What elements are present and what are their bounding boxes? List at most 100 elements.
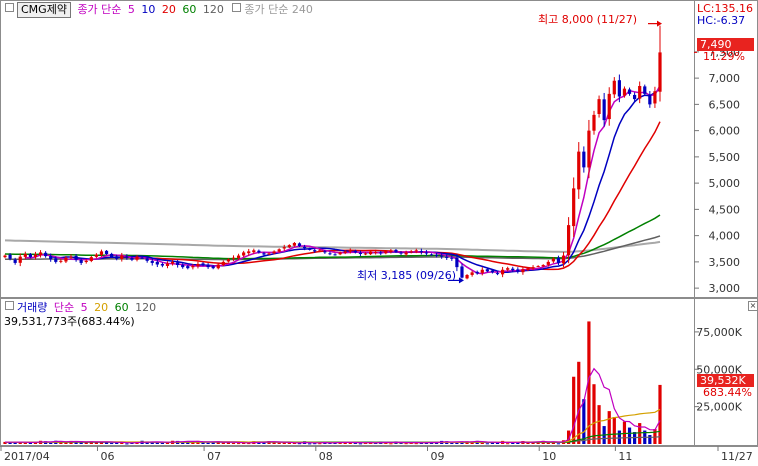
candle-body	[242, 252, 246, 256]
candle-body	[333, 254, 337, 256]
candle-body	[404, 252, 408, 255]
candle-body	[110, 253, 114, 257]
candle-body	[308, 248, 312, 250]
volume-ma-60-line	[5, 430, 661, 444]
candle-body	[495, 273, 500, 275]
candle-body	[115, 256, 119, 259]
candle-body	[277, 249, 281, 252]
candle-body	[521, 269, 525, 273]
volume-bar	[658, 384, 662, 444]
volume-bar	[277, 442, 281, 444]
volume-chart: 25,000K50,000K75,000K	[3, 321, 743, 445]
candle-body	[531, 267, 535, 269]
candle-body	[617, 80, 621, 97]
x-tick-label: 09	[431, 450, 445, 463]
candle-body	[485, 269, 489, 272]
volume-bar	[414, 443, 418, 445]
candle-body	[155, 261, 159, 265]
candle-body	[526, 268, 530, 270]
candle-body	[145, 258, 149, 261]
candle-body	[374, 251, 378, 253]
ma-5-line	[25, 85, 661, 275]
candle-body	[323, 251, 327, 253]
candle-body	[130, 258, 134, 260]
volume-bar	[622, 421, 627, 444]
candle-body	[434, 254, 439, 256]
candle-body	[424, 252, 429, 254]
volume-bar	[150, 442, 154, 444]
high-annotation: 최고 8,000 (11/27)	[538, 13, 638, 26]
volume-bar	[546, 442, 550, 444]
candle-body	[551, 258, 555, 262]
candle-body	[368, 251, 373, 255]
candle-body	[247, 251, 251, 254]
candle-body	[389, 250, 393, 253]
candle-body	[13, 259, 17, 263]
candle-body	[44, 252, 48, 257]
y-tick-label: 4,000	[709, 230, 741, 243]
candle-body	[653, 91, 657, 104]
candle-body	[475, 271, 479, 274]
candle-body	[348, 250, 352, 252]
x-axis: 2017/04 06 07 08 09 10 11 11/27	[0, 446, 758, 463]
volume-bar	[627, 427, 632, 444]
candle-body	[176, 262, 180, 266]
candle-body	[379, 252, 383, 254]
candle-body	[587, 130, 591, 168]
candle-body	[231, 257, 236, 259]
candle-body	[506, 268, 510, 270]
candle-body	[89, 257, 93, 261]
candle-body	[69, 256, 73, 258]
y-tick-label: 5,500	[709, 151, 741, 164]
volume-ma-20-line	[5, 408, 661, 444]
candle-body	[33, 254, 38, 257]
candle-body	[297, 243, 302, 247]
volume-bar	[404, 443, 408, 445]
candle-body	[292, 242, 297, 246]
candle-body	[511, 268, 515, 271]
candle-body	[181, 264, 185, 268]
candle-body	[561, 255, 566, 264]
volume-bar	[287, 442, 291, 444]
y-tick-label: 4,500	[709, 203, 741, 216]
candle-body	[3, 255, 7, 258]
candle-body	[460, 266, 464, 278]
price-chart: 3,000 3,500 4,000 4,500 5,000 5,500 6,000 6,500…	[3, 20, 741, 295]
candle-body	[399, 252, 403, 254]
candle-body	[267, 253, 271, 255]
y-tick-label: 6,500	[709, 98, 741, 111]
candle-body	[582, 151, 586, 168]
volume-bar	[577, 361, 581, 444]
candle-body	[648, 94, 652, 105]
candle-body	[556, 257, 561, 263]
candle-body	[455, 257, 459, 268]
volume-bar	[206, 442, 210, 444]
candle-body	[282, 247, 286, 249]
candle-body	[211, 266, 215, 269]
candle-body	[450, 257, 454, 259]
volume-bar	[231, 443, 236, 445]
candle-body	[440, 255, 444, 257]
volume-bar	[450, 443, 454, 445]
candle-body	[546, 261, 550, 265]
candle-body	[516, 269, 520, 272]
candle-body	[343, 251, 347, 253]
candle-body	[338, 252, 342, 255]
volume-bar	[110, 443, 114, 445]
x-tick-label: 11	[618, 450, 632, 463]
x-tick-label: 11/27	[721, 450, 753, 463]
volume-bar	[221, 442, 225, 444]
candle-body	[120, 255, 124, 259]
candle-body	[79, 259, 83, 263]
candle-body	[500, 269, 505, 275]
candle-body	[226, 259, 231, 262]
volume-bar	[480, 443, 484, 445]
candle-body	[409, 251, 413, 253]
y-tick-label: 6,000	[709, 125, 741, 138]
candle-body	[597, 99, 601, 115]
candle-body	[353, 250, 357, 253]
candle-body	[99, 251, 104, 255]
volume-bar	[485, 443, 489, 445]
candle-body	[414, 250, 418, 252]
volume-bar	[556, 443, 561, 445]
